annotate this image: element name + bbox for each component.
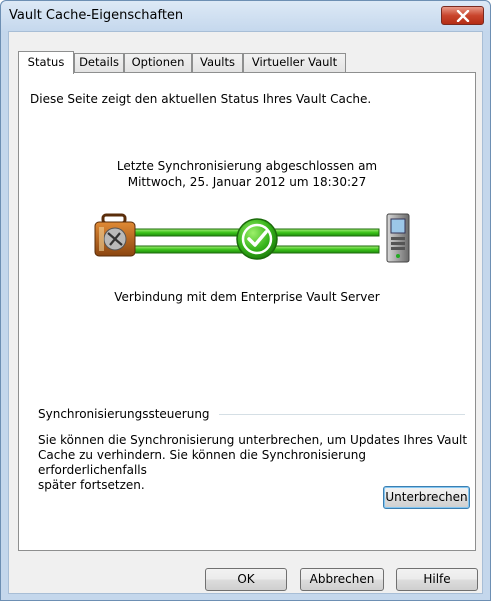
sync-control-description: Sie können die Synchronisierung unterbre… bbox=[38, 433, 468, 493]
last-sync-datetime: Mittwoch, 25. Januar 2012 um 18:30:27 bbox=[127, 175, 367, 189]
checkmark-icon bbox=[236, 218, 278, 260]
connection-graphic bbox=[79, 213, 419, 278]
last-sync-label: Letzte Synchronisierung abgeschlossen am bbox=[116, 159, 378, 173]
sync-control-group-label: Synchronisierungssteuerung bbox=[38, 407, 210, 421]
title-bar[interactable]: Vault Cache-Eigenschaften bbox=[1, 1, 490, 31]
connection-status-text: Verbindung mit dem Enterprise Vault Serv… bbox=[114, 290, 380, 304]
close-icon bbox=[456, 10, 470, 22]
pause-sync-button[interactable]: Unterbrechen bbox=[383, 486, 470, 509]
window-title: Vault Cache-Eigenschaften bbox=[9, 8, 184, 23]
cancel-button[interactable]: Abbrechen bbox=[300, 568, 384, 591]
laptop-bag-icon bbox=[94, 213, 136, 257]
close-button[interactable] bbox=[441, 6, 484, 25]
tab-virtueller-vault[interactable]: Virtueller Vault bbox=[243, 53, 346, 72]
sync-description-line: Sie können die Synchronisierung unterbre… bbox=[38, 433, 468, 447]
help-button[interactable]: Hilfe bbox=[396, 568, 478, 591]
tab-details[interactable]: Details bbox=[74, 53, 124, 72]
server-icon bbox=[386, 213, 410, 263]
dialog-window: Vault Cache-Eigenschaften Status Details… bbox=[0, 0, 491, 601]
sync-description-line: Cache zu verhindern. Sie können die Sync… bbox=[38, 448, 366, 477]
status-panel: Diese Seite zeigt den aktuellen Status I… bbox=[18, 72, 476, 551]
tab-optionen[interactable]: Optionen bbox=[124, 53, 192, 72]
ok-button[interactable]: OK bbox=[205, 568, 287, 591]
dialog-client-area: Status Details Optionen Vaults Virtuelle… bbox=[8, 31, 483, 594]
tab-vaults[interactable]: Vaults bbox=[192, 53, 243, 72]
group-divider bbox=[219, 414, 465, 415]
tab-status[interactable]: Status bbox=[18, 51, 74, 74]
status-intro-text: Diese Seite zeigt den aktuellen Status I… bbox=[30, 92, 372, 106]
